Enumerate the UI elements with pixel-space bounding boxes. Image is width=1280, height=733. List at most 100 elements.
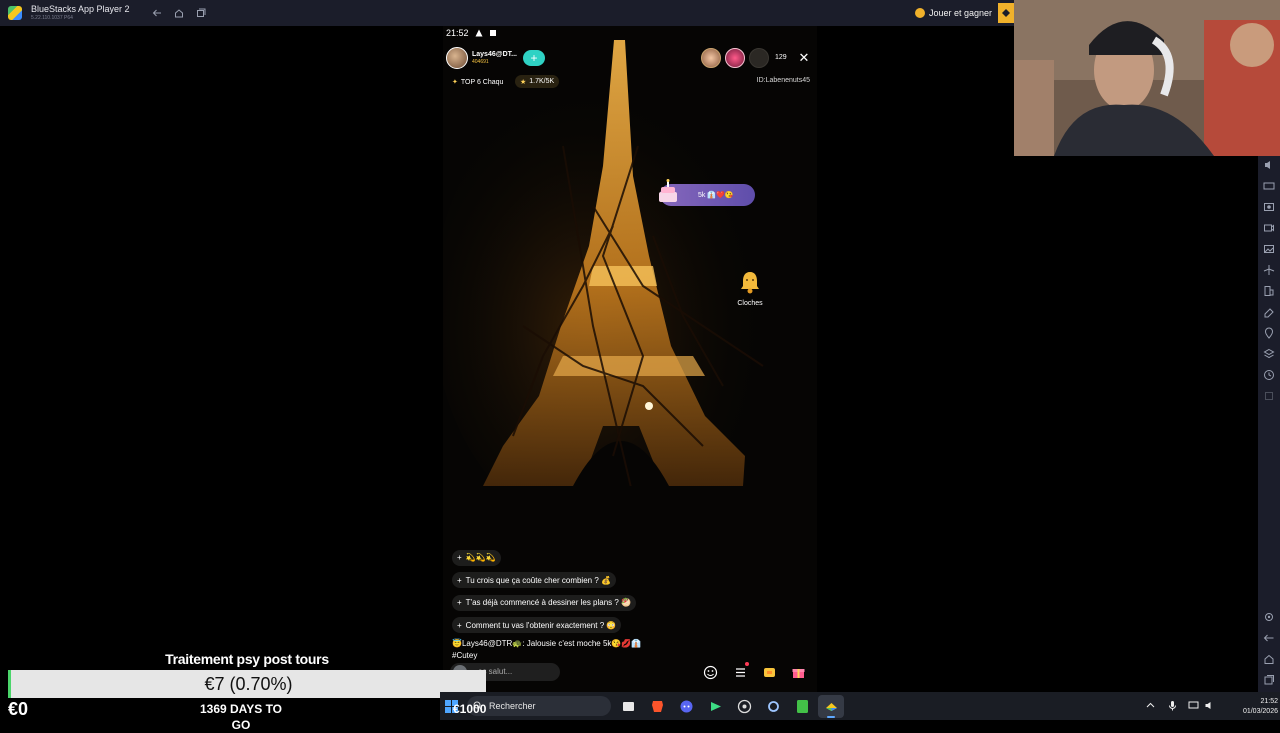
webcam-feed [1014, 0, 1280, 156]
app-title: BlueStacks App Player 2 [31, 4, 130, 14]
viewer-avatar[interactable] [725, 48, 745, 68]
donation-goal-progress: €7 (0.70%) [8, 670, 486, 698]
chat-user[interactable]: 😇Lays46@DTR🐢: [452, 639, 525, 648]
stream-bottom-bar: es salut... [443, 662, 817, 682]
tray-chevron-icon[interactable] [1143, 698, 1157, 712]
multi-window-icon[interactable] [192, 4, 210, 22]
display-icon[interactable] [1186, 698, 1200, 712]
airplane-icon[interactable] [1263, 263, 1275, 275]
bell-label: Cloches [737, 300, 763, 307]
taskbar-clock[interactable]: 21:52 01/03/2026 [1218, 697, 1278, 717]
play-and-earn-button[interactable]: Jouer et gagner [914, 4, 992, 22]
quick-comment-chip[interactable]: + Tu crois que ça coûte cher combien ? 💰 [452, 572, 616, 588]
taskbar-date: 01/03/2026 [1242, 708, 1278, 715]
bluestacks-logo-icon [8, 6, 22, 20]
taskbar-time: 21:52 [1260, 698, 1278, 705]
viewer-count[interactable]: 129 [775, 54, 787, 61]
app-title-block: BlueStacks App Player 2 5.22.110.1037 P6… [31, 5, 130, 21]
quick-comment-chip[interactable]: + T'as déjà commencé à dessiner les plans… [452, 594, 637, 611]
discord-icon[interactable] [677, 697, 695, 715]
chat-text: Jalousie c'est moche 5k😘💋👔 [524, 639, 642, 648]
volume-icon[interactable] [1263, 158, 1275, 170]
green-app-icon[interactable] [793, 697, 811, 715]
plus-icon: + [457, 620, 462, 630]
stream-id: ID:Labenenuts45 [756, 77, 810, 84]
windows-taskbar: Rechercher 21:52 01/03/2026 [440, 692, 1280, 720]
bell-icon[interactable] [737, 269, 763, 295]
emoji-icon[interactable] [701, 663, 719, 681]
home-icon[interactable] [170, 4, 188, 22]
microphone-icon[interactable] [1165, 698, 1179, 712]
sync-icon[interactable] [1263, 368, 1275, 380]
play-and-earn-label: Jouer et gagner [928, 8, 992, 18]
active-indicator [827, 716, 835, 718]
android-back-icon[interactable] [1263, 631, 1275, 643]
donation-goal-target: €1000 [453, 702, 487, 716]
host-id: 404691 [472, 59, 489, 65]
spark-icon: ✦ [452, 79, 458, 86]
corner-menu-button[interactable] [998, 3, 1014, 23]
more-icon[interactable] [1263, 389, 1275, 401]
donation-goal-days: 1369 DAYS TO GO [199, 702, 283, 732]
warning-icon [475, 29, 483, 37]
score-badge[interactable]: ★ 1.7K/5K [515, 75, 560, 88]
phone-screen: 21:52 Lays46@DT... 404691 + 129 ✕ ✦ TOP … [443, 26, 817, 692]
close-stream-button[interactable]: ✕ [797, 51, 811, 65]
apk-icon[interactable] [1263, 284, 1275, 296]
viewer-avatar[interactable] [749, 48, 769, 68]
play-and-earn-icon [914, 8, 925, 18]
notification-dot [745, 662, 749, 666]
record-icon[interactable] [1263, 221, 1275, 233]
comment-list: + 💫💫💫 + Tu crois que ça coûte cher combien… [452, 547, 742, 662]
quick-comment-chip[interactable]: + 💫💫💫 [452, 549, 501, 566]
gift-icon[interactable] [789, 663, 807, 681]
quick-comment-chip[interactable]: + Comment tu vas l'obtenir exactement ? 😳 [452, 617, 622, 633]
plus-icon: + [457, 553, 462, 562]
android-recents-icon[interactable] [1263, 673, 1275, 685]
cake-gift-icon [659, 179, 677, 202]
screenshot-icon[interactable] [1263, 200, 1275, 212]
bluestacks-taskbar-icon[interactable] [822, 697, 840, 715]
phone-clock: 21:52 [446, 28, 469, 38]
quick-comment-text: Comment tu vas l'obtenir exactement ? 😳 [465, 620, 617, 630]
diamond-icon [1002, 9, 1010, 17]
top-viewers[interactable] [701, 48, 773, 68]
back-arrow-icon[interactable] [148, 4, 166, 22]
keyboard-icon[interactable] [1263, 179, 1275, 191]
settings-icon[interactable] [764, 697, 782, 715]
file-explorer-icon[interactable] [619, 697, 637, 715]
app-version: 5.22.110.1037 P64 [31, 15, 73, 21]
plus-icon: + [457, 575, 462, 585]
rank-label: TOP 6 Chaqu [460, 78, 504, 86]
game-icon[interactable] [760, 663, 778, 681]
plus-icon: + [457, 598, 462, 607]
speaker-icon[interactable] [1202, 698, 1216, 712]
brave-browser-icon[interactable] [648, 697, 666, 715]
location-icon[interactable] [1263, 326, 1275, 339]
quick-comment-text: T'as déjà commencé à dessiner les plans … [465, 598, 632, 607]
host-name: Lays46@DT... [472, 51, 517, 58]
settings-gear-icon[interactable] [1263, 610, 1275, 622]
window-title-bar: BlueStacks App Player 2 5.22.110.1037 P6… [0, 0, 1014, 26]
donation-goal-start: €0 [8, 699, 29, 719]
score-label: 1.7K/5K [529, 78, 555, 85]
menu-icon[interactable] [731, 662, 749, 681]
follow-button[interactable]: + [523, 50, 545, 66]
viewer-avatar[interactable] [701, 48, 721, 68]
android-studio-icon[interactable] [706, 697, 724, 715]
search-label: Rechercher [489, 701, 536, 711]
quick-comment-text: Tu crois que ça coûte cher combien ? 💰 [465, 575, 611, 585]
obs-icon[interactable] [735, 697, 753, 715]
quick-comment-text: 💫💫💫 [465, 553, 496, 562]
donation-goal-title: Traitement psy post tours [165, 651, 329, 667]
eraser-icon[interactable] [1263, 305, 1275, 318]
taskbar-search-box[interactable]: Rechercher [467, 696, 611, 716]
chat-message: 😇Lays46@DTR🐢: Jalousie c'est moche 5k😘💋👔… [452, 638, 742, 662]
layers-icon[interactable] [1263, 347, 1275, 359]
media-folder-icon[interactable] [1263, 242, 1275, 254]
phone-status-bar: 21:52 [446, 27, 497, 39]
android-home-icon[interactable] [1263, 652, 1275, 664]
star-icon: ★ [520, 78, 527, 86]
rank-badge[interactable]: ✦ TOP 6 Chaqu [452, 76, 503, 88]
host-avatar[interactable] [446, 47, 468, 69]
